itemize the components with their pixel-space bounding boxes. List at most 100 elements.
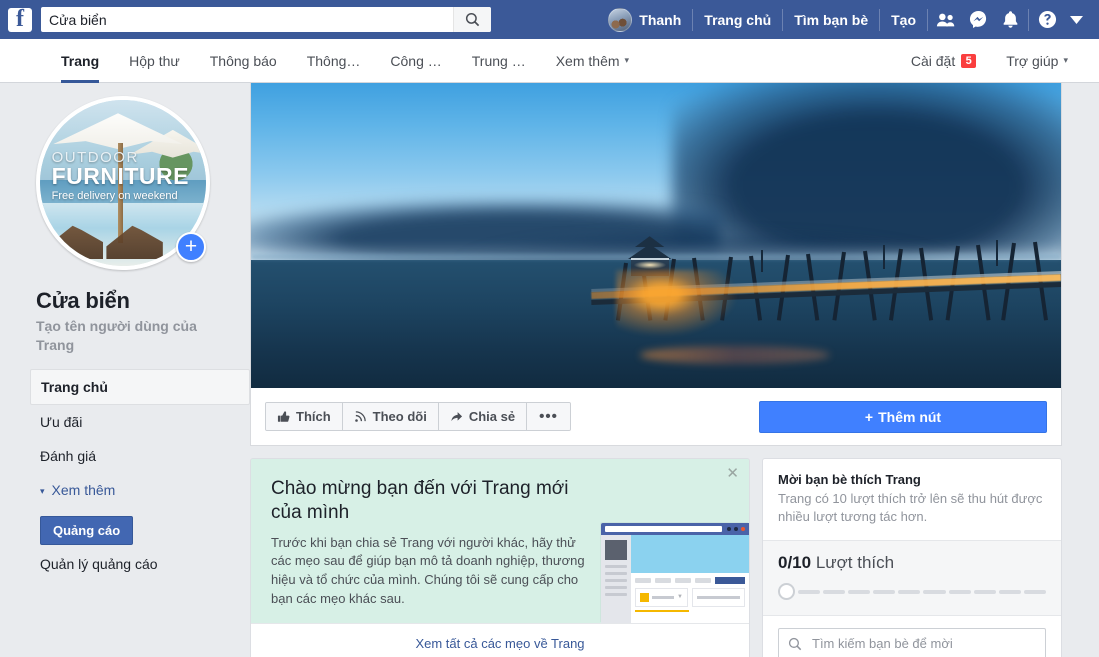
- notifications-icon: [1002, 11, 1018, 28]
- close-icon[interactable]: ✕: [726, 466, 739, 481]
- tab-bar-right: Cài đặt 5 Trợ giúp ▾: [896, 39, 1083, 82]
- progress-segment: [848, 589, 871, 594]
- messenger-button[interactable]: [962, 6, 994, 34]
- divider: [692, 8, 694, 31]
- sidebar-item-label: Trang chủ: [41, 378, 108, 395]
- tab-xem-them[interactable]: Xem thêm ▾: [541, 39, 644, 82]
- light-reflection: [639, 345, 830, 364]
- progress-segment: [823, 589, 846, 594]
- mockup-card: [692, 587, 745, 607]
- nav-item-find-friends[interactable]: Tìm bạn bè: [785, 6, 877, 34]
- invite-card-header: Mời bạn bè thích Trang Trang có 10 lượt …: [763, 459, 1061, 540]
- search-icon: [465, 12, 480, 27]
- tab-label: Thông…: [306, 52, 361, 69]
- welcome-tips-card: ✕ Chào mừng bạn đến với Trang mới của mì…: [250, 458, 750, 657]
- top-navigation-bar: f Thanh Trang chủ Tìm bạn bè Tạo: [0, 0, 1099, 39]
- manage-ads-link[interactable]: Quản lý quảng cáo: [40, 556, 250, 572]
- rss-follow-icon: [354, 411, 366, 422]
- mockup-cards: ▼: [631, 587, 749, 607]
- sidebar-item-uu-dai[interactable]: Ưu đãi: [30, 405, 250, 439]
- add-profile-photo-button[interactable]: +: [176, 232, 206, 262]
- create-ad-button[interactable]: Quảng cáo: [40, 516, 134, 546]
- chevron-down-icon: ▾: [40, 486, 45, 497]
- divider: [782, 8, 784, 31]
- picture-text-overlay: OUTDOOR FURNITURE Free delivery on weeke…: [51, 149, 189, 202]
- tab-settings-label: Cài đặt: [910, 52, 956, 69]
- tab-label: Xem thêm: [555, 52, 620, 69]
- picture-text-line3: Free delivery on weekend: [51, 189, 178, 202]
- mockup-tabs: [631, 572, 749, 588]
- likes-count-label: Lượt thích: [815, 553, 895, 573]
- more-options-button[interactable]: •••: [527, 403, 570, 430]
- progress-segment: [1023, 589, 1046, 594]
- tab-trung-tam[interactable]: Trung …: [457, 39, 541, 82]
- invite-card-title: Mời bạn bè thích Trang: [778, 472, 921, 487]
- friend-requests-icon: [936, 13, 955, 26]
- page-action-bar: Thích Theo dõi Chia sẻ ••• + Thêm nút: [250, 388, 1062, 446]
- sidebar-item-trang-chu[interactable]: Trang chủ: [30, 368, 250, 405]
- add-button-label: Thêm nút: [878, 408, 942, 425]
- search-icon: [788, 637, 802, 651]
- tab-help-label: Trợ giúp: [1006, 52, 1059, 69]
- search-input[interactable]: [41, 7, 453, 32]
- content-wrapper: OUTDOOR FURNITURE Free delivery on weeke…: [22, 83, 1077, 657]
- facebook-logo-icon[interactable]: f: [8, 7, 32, 32]
- messenger-icon: [969, 10, 986, 29]
- tab-hop-thu[interactable]: Hộp thư: [114, 39, 195, 82]
- nav-profile-link[interactable]: Thanh: [602, 6, 690, 34]
- sidebar-see-more[interactable]: ▾ Xem thêm: [30, 473, 250, 508]
- likes-count: 0/10: [778, 553, 812, 573]
- mockup-body: ▼: [601, 534, 749, 623]
- welcome-tips-text: Trước khi bạn chia sẻ Trang với người kh…: [271, 534, 585, 607]
- account-menu-button[interactable]: [1063, 6, 1089, 34]
- likes-progress-bar: [778, 583, 1046, 601]
- bottom-row: ✕ Chào mừng bạn đến với Trang mới của mì…: [250, 458, 1062, 657]
- mockup-main: ▼: [631, 534, 749, 623]
- nav-item-create[interactable]: Tạo: [882, 6, 925, 34]
- sidebar-item-danh-gia[interactable]: Đánh giá: [30, 439, 250, 473]
- page-body: OUTDOOR FURNITURE Free delivery on weeke…: [0, 83, 1099, 657]
- help-button[interactable]: [1031, 6, 1063, 34]
- tab-thong-bao[interactable]: Thông báo: [195, 39, 292, 82]
- thumbs-up-icon: [277, 411, 290, 422]
- tab-help[interactable]: Trợ giúp ▾: [991, 39, 1083, 82]
- mockup-line: [605, 564, 627, 568]
- share-button[interactable]: Chia sẻ: [438, 403, 528, 430]
- create-username-link[interactable]: Tạo tên người dùng của Trang: [36, 317, 206, 355]
- mockup-thumbnail: [605, 539, 627, 560]
- add-button-cta[interactable]: + Thêm nút: [759, 400, 1047, 433]
- progress-segment: [948, 589, 971, 594]
- page-title: Cửa biển: [36, 288, 130, 313]
- pier-light-glow: [615, 270, 736, 337]
- cover-photo[interactable]: [250, 83, 1062, 388]
- nav-item-home[interactable]: Trang chủ: [695, 6, 780, 34]
- tab-label: Hộp thư: [129, 52, 180, 69]
- mockup-card: ▼: [635, 587, 688, 607]
- divider: [879, 8, 881, 31]
- tab-thong-tin[interactable]: Thông…: [292, 39, 376, 82]
- notifications-button[interactable]: [994, 6, 1026, 34]
- friend-requests-button[interactable]: [930, 6, 962, 34]
- progress-knob[interactable]: [778, 583, 795, 601]
- pier-lamp-post: [996, 240, 999, 266]
- gazebo-roof: [627, 244, 672, 260]
- pier-lamp-post: [882, 245, 885, 270]
- follow-button[interactable]: Theo dõi: [342, 403, 439, 430]
- tab-settings[interactable]: Cài đặt 5: [896, 39, 991, 82]
- cover-cloud: [672, 83, 1061, 260]
- like-button[interactable]: Thích: [266, 403, 343, 430]
- tab-label: Trung …: [471, 52, 526, 69]
- account-caret-icon: [1069, 15, 1083, 24]
- avatar: [608, 7, 633, 32]
- tab-trang[interactable]: Trang: [46, 39, 114, 83]
- tab-label: Công …: [390, 52, 442, 69]
- top-nav-right: Thanh Trang chủ Tìm bạn bè Tạo: [602, 0, 1089, 39]
- page-action-buttons: Thích Theo dõi Chia sẻ •••: [265, 402, 571, 431]
- tab-cong-cu[interactable]: Công …: [375, 39, 456, 82]
- mockup-cover: [631, 534, 749, 573]
- invite-search-input[interactable]: [810, 635, 1036, 653]
- mockup-url-bar: [605, 525, 722, 532]
- see-all-tips-link[interactable]: Xem tất cả các mẹo về Trang: [251, 622, 749, 657]
- mockup-line: [605, 578, 627, 582]
- search-submit-button[interactable]: [453, 7, 491, 32]
